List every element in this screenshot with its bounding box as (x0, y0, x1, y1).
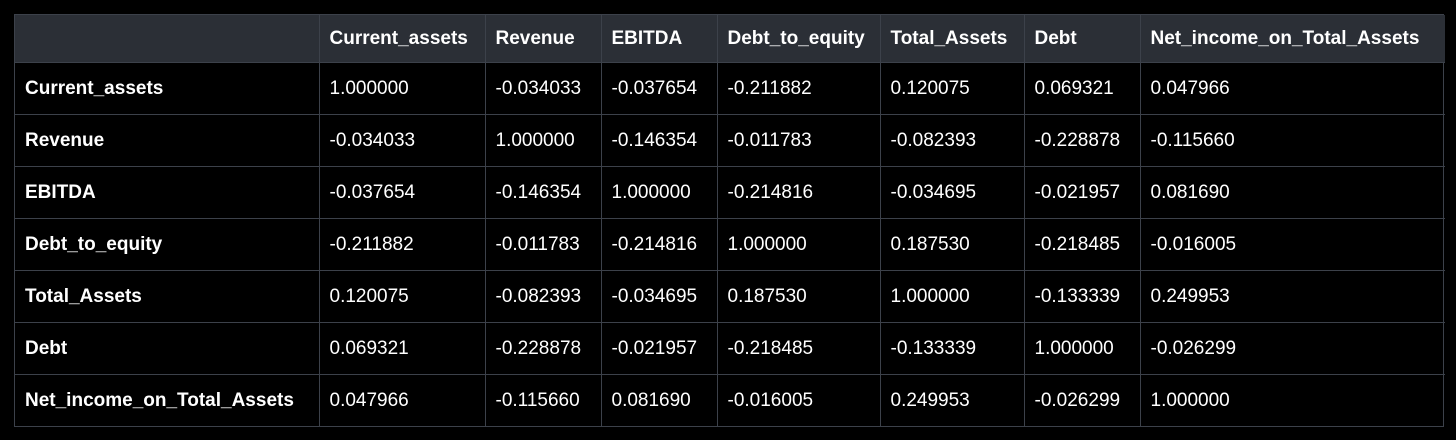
table-cell: -0.133339 (1023, 270, 1140, 323)
table-cell: -0.218485 (1023, 218, 1140, 271)
table-cell: -0.211882 (318, 218, 485, 271)
table-cell: -0.146354 (600, 114, 717, 167)
table-row: Net_income_on_Total_Assets 0.047966 -0.1… (15, 374, 1445, 426)
correlation-table: Current_assets Revenue EBITDA Debt_to_eq… (15, 15, 1445, 426)
table-cell: 0.249953 (879, 374, 1024, 426)
table-cell: 0.047966 (318, 374, 485, 426)
table-cell: -0.034033 (484, 62, 601, 115)
table-row: EBITDA -0.037654 -0.146354 1.000000 -0.2… (15, 166, 1445, 219)
table-cell: 0.120075 (879, 62, 1024, 115)
table-cell: -0.228878 (484, 322, 601, 375)
row-label: EBITDA (15, 166, 319, 219)
row-label: Current_assets (15, 62, 319, 115)
table-cell: 0.249953 (1139, 270, 1445, 323)
table-cell: -0.082393 (484, 270, 601, 323)
table-cell: -0.146354 (484, 166, 601, 219)
table-cell: 0.047966 (1139, 62, 1445, 115)
table-cell: -0.011783 (484, 218, 601, 271)
table-cell: -0.133339 (879, 322, 1024, 375)
table-cell: 0.081690 (600, 374, 717, 426)
table-cell: -0.021957 (600, 322, 717, 375)
table-cell: -0.218485 (716, 322, 880, 375)
table-row: Revenue -0.034033 1.000000 -0.146354 -0.… (15, 114, 1445, 167)
table-cell: -0.115660 (1139, 114, 1445, 167)
table-cell: -0.214816 (716, 166, 880, 219)
table-cell: 0.187530 (716, 270, 880, 323)
table-cell: -0.026299 (1023, 374, 1140, 426)
table-cell: 1.000000 (1139, 374, 1445, 426)
table-cell: -0.214816 (600, 218, 717, 271)
header-row: Current_assets Revenue EBITDA Debt_to_eq… (15, 15, 1445, 63)
table-cell: -0.228878 (1023, 114, 1140, 167)
table-row: Current_assets 1.000000 -0.034033 -0.037… (15, 62, 1445, 115)
header-corner (15, 15, 319, 63)
row-label: Net_income_on_Total_Assets (15, 374, 319, 426)
table-cell: -0.037654 (318, 166, 485, 219)
table-cell: 0.081690 (1139, 166, 1445, 219)
table-cell: -0.016005 (716, 374, 880, 426)
table-cell: 1.000000 (1023, 322, 1140, 375)
column-header-total-assets: Total_Assets (879, 15, 1024, 63)
table-cell: -0.011783 (716, 114, 880, 167)
table-cell: -0.034033 (318, 114, 485, 167)
table-cell: 1.000000 (600, 166, 717, 219)
table-cell: 1.000000 (879, 270, 1024, 323)
table-cell: 1.000000 (484, 114, 601, 167)
column-header-revenue: Revenue (484, 15, 601, 63)
table-cell: 0.187530 (879, 218, 1024, 271)
column-header-debt: Debt (1023, 15, 1140, 63)
table-cell: -0.034695 (879, 166, 1024, 219)
column-header-debt-to-equity: Debt_to_equity (716, 15, 880, 63)
table-row: Total_Assets 0.120075 -0.082393 -0.03469… (15, 270, 1445, 323)
table-cell: 1.000000 (318, 62, 485, 115)
table-cell: -0.115660 (484, 374, 601, 426)
row-label: Total_Assets (15, 270, 319, 323)
table-cell: 0.120075 (318, 270, 485, 323)
row-label: Revenue (15, 114, 319, 167)
table-cell: -0.026299 (1139, 322, 1445, 375)
table-cell: 0.069321 (1023, 62, 1140, 115)
table-cell: -0.082393 (879, 114, 1024, 167)
table-cell: -0.211882 (716, 62, 880, 115)
table-cell: -0.016005 (1139, 218, 1445, 271)
table-cell: -0.021957 (1023, 166, 1140, 219)
table-cell: 0.069321 (318, 322, 485, 375)
column-header-current-assets: Current_assets (318, 15, 485, 63)
table-cell: -0.034695 (600, 270, 717, 323)
table-cell: -0.037654 (600, 62, 717, 115)
row-label: Debt_to_equity (15, 218, 319, 271)
table-row: Debt 0.069321 -0.228878 -0.021957 -0.218… (15, 322, 1445, 375)
row-label: Debt (15, 322, 319, 375)
column-header-ebitda: EBITDA (600, 15, 717, 63)
table-row: Debt_to_equity -0.211882 -0.011783 -0.21… (15, 218, 1445, 271)
table-cell: 1.000000 (716, 218, 880, 271)
column-header-net-income-on-total-assets: Net_income_on_Total_Assets (1139, 15, 1445, 63)
correlation-table-container: Current_assets Revenue EBITDA Debt_to_eq… (14, 14, 1445, 427)
